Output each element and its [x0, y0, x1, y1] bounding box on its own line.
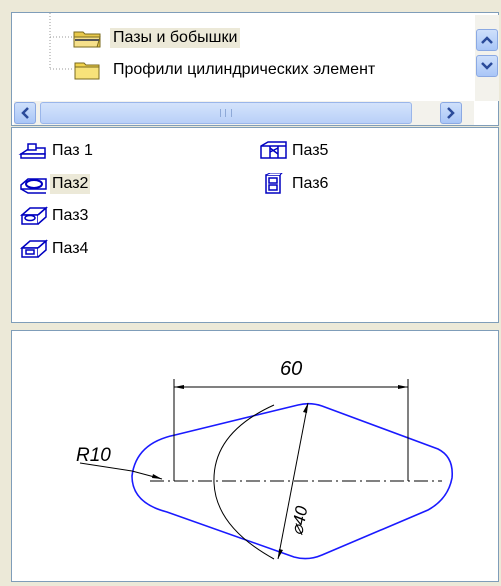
list-item-label: Паз 1	[52, 142, 93, 159]
tree-item-slots-bosses[interactable]: Пазы и бобышки	[72, 23, 241, 53]
tree-item-label: Профили цилиндрических элемент	[113, 61, 376, 78]
list-item-slot-6[interactable]: Паз6	[258, 171, 330, 197]
scroll-left-button[interactable]	[14, 102, 36, 124]
slot-4-icon	[20, 239, 48, 258]
list-item-label: Паз3	[52, 207, 89, 224]
category-tree[interactable]: Пазы и бобышки Профили цилиндрических эл…	[11, 12, 499, 126]
scroll-right-button[interactable]	[440, 102, 462, 124]
circle-arc	[213, 404, 275, 560]
chevron-right-icon	[447, 107, 455, 119]
slot-6-icon	[265, 173, 283, 194]
slot-2-icon	[20, 178, 47, 194]
list-item-slot-3[interactable]: Паз3	[18, 203, 90, 229]
chevron-left-icon	[21, 107, 29, 119]
list-item-slot-1[interactable]: Паз 1	[18, 138, 95, 164]
open-folder-icon	[73, 31, 101, 48]
list-item-label: Паз4	[52, 240, 89, 257]
dim-radius-label: R10	[76, 445, 111, 466]
dim-length-label: 60	[280, 358, 302, 380]
tree-connector-lines	[49, 13, 72, 70]
chevron-down-icon	[481, 62, 493, 70]
slot-3-icon	[20, 206, 48, 225]
list-item-label: Паз2	[50, 174, 91, 194]
list-item-slot-4[interactable]: Паз4	[18, 236, 90, 262]
list-item-label: Паз5	[292, 142, 329, 159]
scroll-grip	[220, 109, 232, 117]
tree-horizontal-scrollbar[interactable]	[14, 101, 474, 125]
list-item-slot-2[interactable]: Паз2	[18, 171, 91, 197]
scroll-down-button[interactable]	[476, 55, 498, 77]
slot-5-icon	[260, 141, 287, 159]
slot-1-icon	[18, 143, 46, 159]
dim-diameter-label: ⌀40	[287, 504, 311, 537]
tree-item-cylindrical-profiles[interactable]: Профили цилиндрических элемент	[72, 55, 378, 85]
tree-item-label: Пазы и бобышки	[110, 28, 241, 48]
chevron-up-icon	[481, 36, 493, 44]
list-item-label: Паз6	[292, 175, 329, 192]
preview-panel: 60 R10 ⌀40	[11, 330, 499, 582]
slot-drawing: 60 R10 ⌀40	[76, 358, 454, 560]
scroll-up-button[interactable]	[476, 29, 498, 51]
scroll-thumb[interactable]	[40, 102, 412, 124]
list-item-slot-5[interactable]: Паз5	[258, 138, 330, 164]
element-list[interactable]: Паз 1 Паз2 Паз3 Паз4 Паз5 Паз6	[11, 127, 499, 323]
folder-icon	[74, 62, 100, 80]
